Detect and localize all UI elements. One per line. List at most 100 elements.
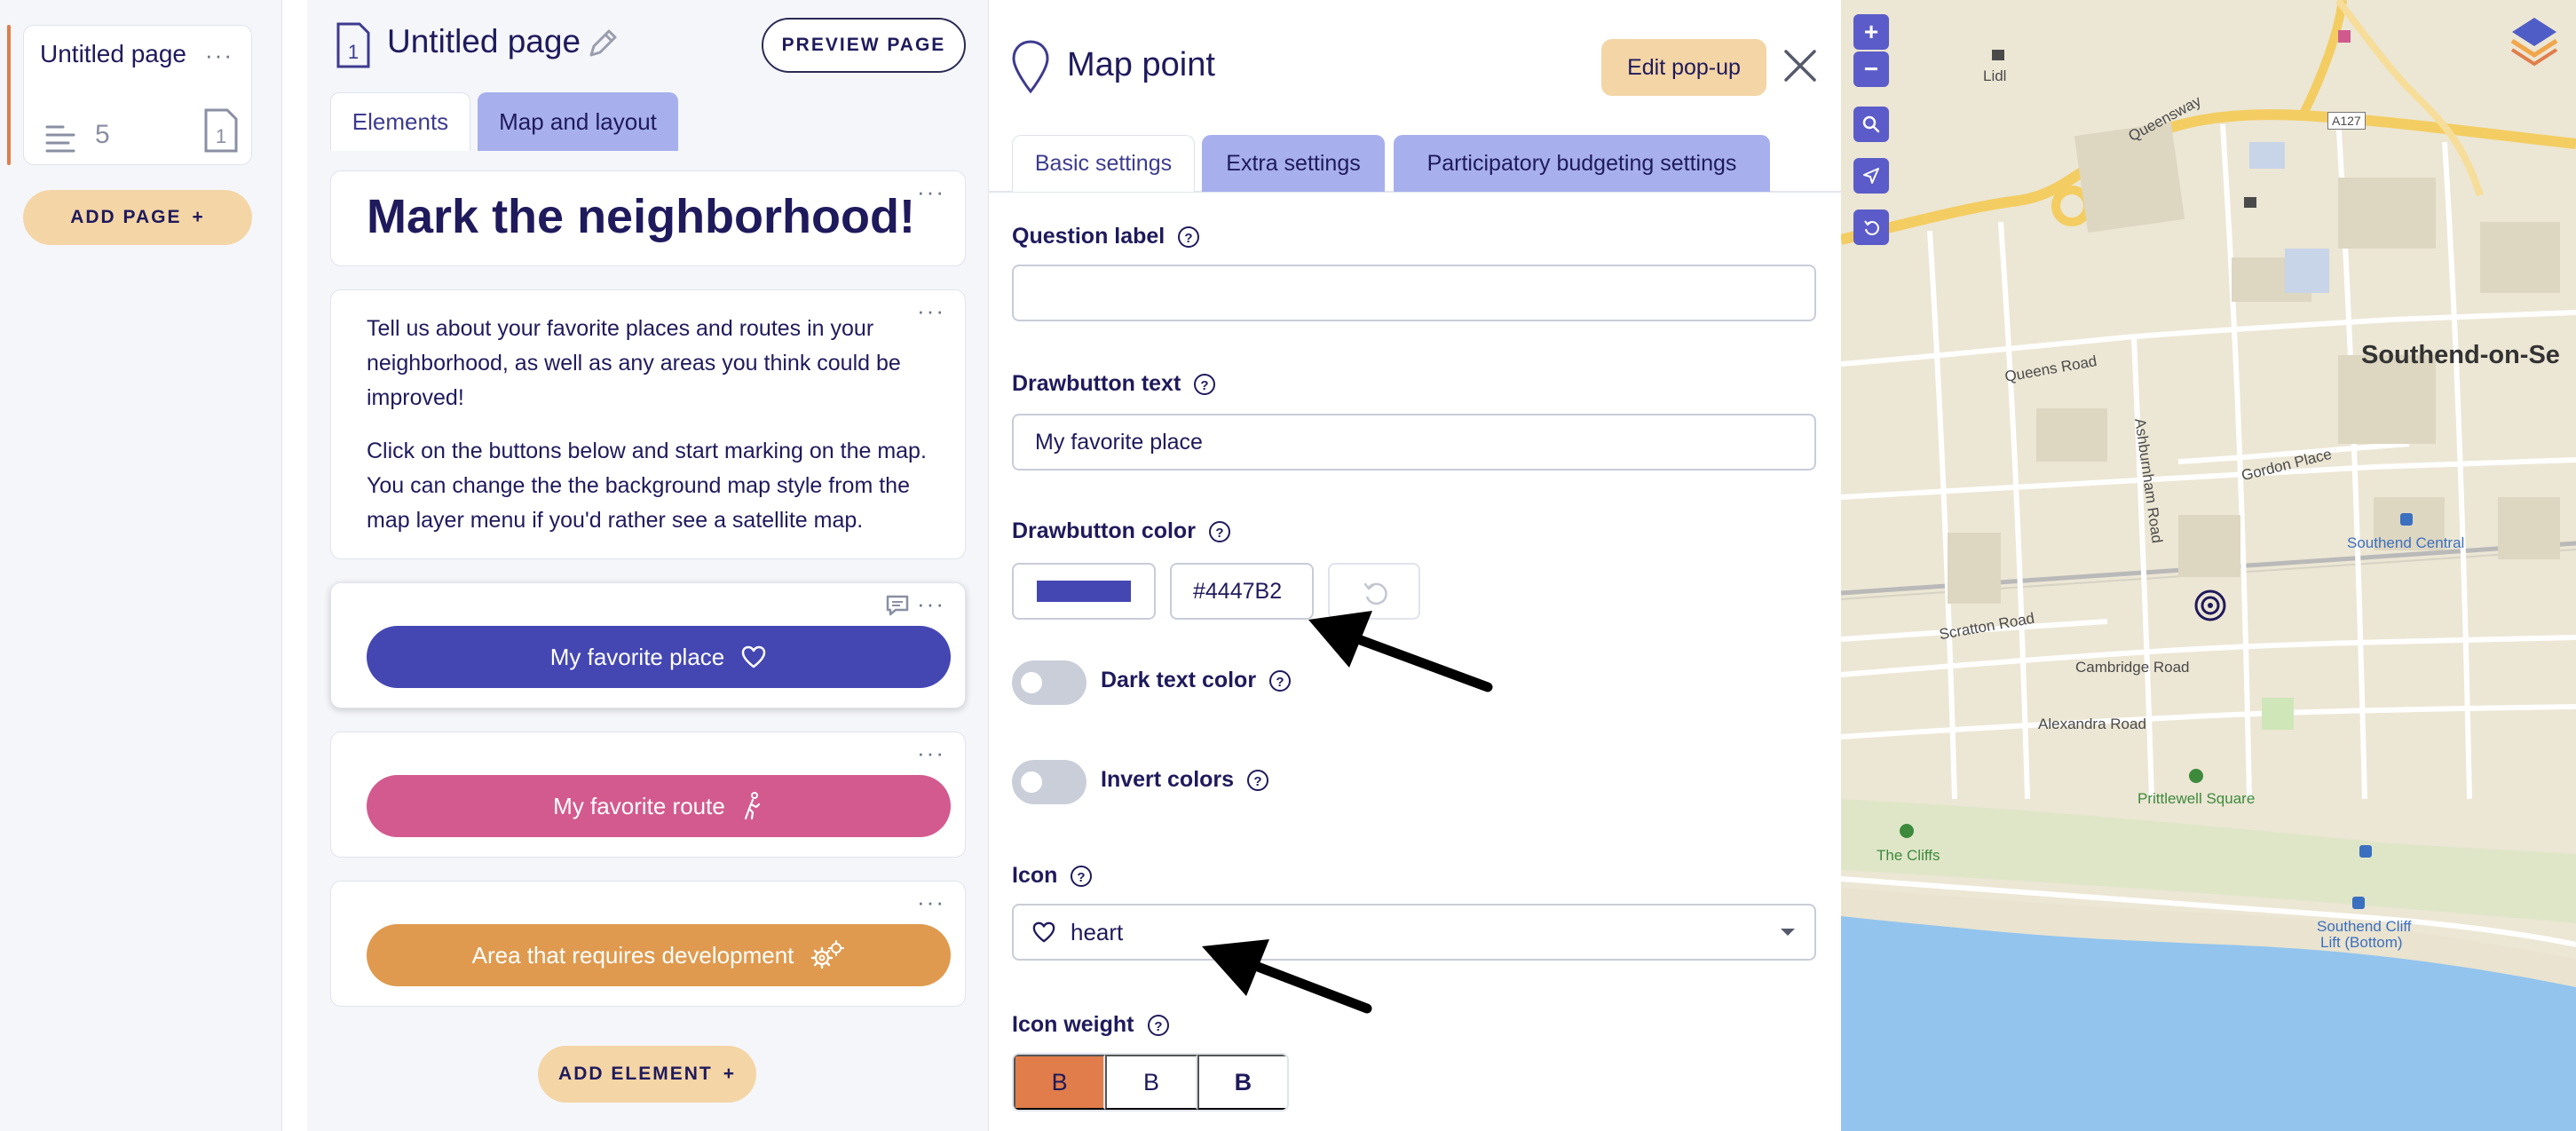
tab-extra-settings[interactable]: Extra settings [1202,135,1385,192]
map-point-element-card[interactable]: ··· My favorite place [330,582,966,708]
add-element-button[interactable]: ADD ELEMENT + [538,1046,756,1103]
page-element-count: 5 [95,120,110,149]
element-list-icon [45,125,75,153]
help-icon[interactable]: ? [1147,1014,1170,1037]
icon-weight-heading: Icon weight ? [1012,1012,1170,1038]
map-label: Alexandra Road [2038,716,2146,732]
icon-weight-regular-button[interactable]: B [1105,1055,1197,1110]
help-icon[interactable]: ? [1208,520,1231,543]
add-page-button[interactable]: ADD PAGE + [23,190,252,245]
map-route-element-card[interactable]: ··· My favorite route [330,732,966,858]
field-label-text: Drawbutton color [1012,518,1196,543]
element-more-icon[interactable]: ··· [917,889,945,916]
tab-elements[interactable]: Elements [330,92,470,151]
map-area-element-card[interactable]: ··· Area that requires development [330,881,966,1007]
heading-element-card[interactable]: ··· Mark the neighborhood! [330,170,966,266]
icon-select[interactable]: heart [1012,904,1816,961]
edit-title-pencil-icon[interactable] [586,27,620,60]
svg-text:?: ? [1185,231,1193,246]
undo-icon [1864,220,1879,235]
map-layers-button[interactable] [2507,12,2562,67]
zoom-to-area-button[interactable] [1853,107,1889,142]
element-more-icon[interactable]: ··· [917,178,945,206]
field-label-text: Drawbutton text [1012,371,1181,396]
drawbutton-color-heading: Drawbutton color ? [1012,518,1231,544]
field-label-text: Icon [1012,863,1058,888]
toggle-label-text: Dark text color [1101,668,1257,692]
paragraph-1: Tell us about your favorite places and r… [367,316,901,410]
map-label: Southend Central [2347,534,2465,551]
help-icon[interactable]: ? [1193,373,1216,396]
zoom-out-button[interactable]: − [1853,51,1889,87]
help-icon[interactable]: ? [1177,225,1200,249]
svg-text:?: ? [1215,526,1223,541]
element-more-icon[interactable]: ··· [917,740,945,767]
tab-basic-settings[interactable]: Basic settings [1012,135,1195,192]
icon-heading: Icon ? [1012,863,1093,889]
help-icon[interactable]: ? [1268,669,1292,692]
invert-colors-toggle[interactable] [1012,760,1087,804]
map-label: Southend Cliff [2317,918,2412,935]
help-icon[interactable]: ? [1070,865,1093,888]
page-document-icon: 1 [336,22,370,68]
tab-participatory-budgeting-settings[interactable]: Participatory budgeting settings [1394,135,1770,192]
help-icon[interactable]: ? [1246,769,1269,792]
svg-text:?: ? [1276,675,1284,690]
edit-popup-button[interactable]: Edit pop-up [1601,39,1766,96]
map-label: Lidl [1983,67,2007,84]
color-swatch-picker[interactable] [1012,563,1156,620]
map-view[interactable]: + − Lidl Queensway A127 Queens Road Ashb… [1841,0,2576,1131]
toggle-label-text: Invert colors [1101,767,1235,792]
active-page-indicator [7,25,11,165]
annotation-arrow-icon [1308,611,1493,692]
heading-text: Mark the neighborhood! [367,190,915,243]
page-card[interactable]: Untitled page ··· 5 1 [23,25,252,165]
chevron-down-icon [1781,929,1795,936]
locate-button[interactable] [1853,158,1889,194]
city-label: Southend-on-Se [2361,341,2560,369]
svg-text:?: ? [1253,774,1261,789]
add-element-label: ADD ELEMENT [558,1064,713,1084]
svg-text:1: 1 [216,125,226,147]
preview-page-button[interactable]: PREVIEW PAGE [762,18,966,73]
favorite-route-draw-button[interactable]: My favorite route [367,775,951,837]
development-area-draw-button[interactable]: Area that requires development [367,924,951,986]
map-pin-icon [1012,40,1049,94]
zoom-in-button[interactable]: + [1853,14,1889,50]
draw-button-label: Area that requires development [471,941,794,969]
icon-weight-thin-button[interactable]: B [1014,1055,1106,1110]
plus-icon: + [192,207,205,227]
svg-text:?: ? [1201,378,1209,393]
page-more-icon[interactable]: ··· [205,42,233,69]
page-editor: 1 Untitled page PREVIEW PAGE Elements Ma… [307,0,989,1131]
navigation-arrow-icon [1863,168,1879,184]
paragraph-2: Click on the buttons below and start mar… [367,439,927,533]
toggle-knob [1021,771,1042,793]
map-label: Prittlewell Square [2137,790,2256,807]
field-label-text: Icon weight [1012,1012,1134,1037]
text-element-card[interactable]: ··· Tell us about your favorite places a… [330,289,966,559]
map-label: Cambridge Road [2075,659,2190,676]
reset-view-button[interactable] [1853,210,1889,245]
favorite-place-draw-button[interactable]: My favorite place [367,626,951,688]
annotation-arrow-icon [1202,939,1372,1014]
icon-weight-selector: B B B [1012,1053,1289,1111]
element-more-icon[interactable]: ··· [917,590,945,618]
map-point-settings-panel: Map point Edit pop-up Basic settings Ext… [989,0,1841,1131]
layers-icon [2510,18,2558,67]
icon-weight-bold-button[interactable]: B [1197,1055,1287,1110]
svg-text:1: 1 [348,41,359,63]
map-label: A127 [2327,112,2366,130]
comment-icon[interactable] [885,594,910,617]
page-card-title: Untitled page [40,40,187,67]
map-label: The Cliffs [1877,847,1940,864]
dark-text-color-toggle[interactable] [1012,660,1087,705]
walking-person-icon [744,792,760,820]
close-icon[interactable] [1779,44,1821,87]
page-title: Untitled page [387,23,581,59]
panel-title: Map point [1067,46,1215,83]
drawbutton-text-input[interactable] [1012,414,1816,471]
question-label-input[interactable] [1012,265,1816,321]
tab-map-and-layout[interactable]: Map and layout [478,92,678,151]
plus-icon: + [723,1064,736,1084]
